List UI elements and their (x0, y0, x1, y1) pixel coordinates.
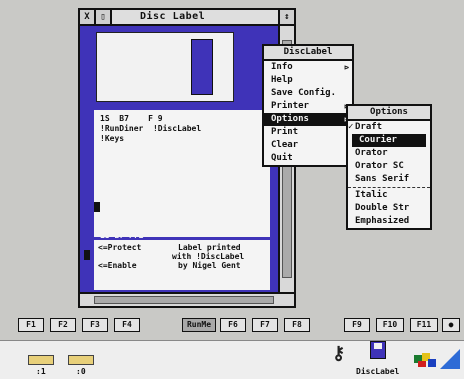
key-icon[interactable]: ⚷ (332, 343, 345, 364)
menu-item-save-config[interactable]: Save Config. (264, 87, 352, 100)
disc-label-text-area[interactable]: 1S B7 F 9 !RunDiner !DiscLabel !Keys (94, 110, 270, 236)
menu-item-quit[interactable]: Quit (264, 152, 352, 165)
tick-icon: ✓ (348, 122, 354, 132)
task-manager-icon[interactable] (440, 349, 460, 369)
menu-item-help[interactable]: Help (264, 74, 352, 87)
horizontal-scrollbar[interactable] (80, 292, 294, 306)
label-line-2: !RunDiner !DiscLabel (100, 124, 202, 133)
option-sans-serif[interactable]: Sans Serif (348, 173, 430, 186)
option-draft[interactable]: ✓ Draft (348, 121, 430, 134)
fkey-f11[interactable]: F11 (410, 318, 438, 332)
option-italic[interactable]: Italic (348, 189, 430, 202)
fkey-f10[interactable]: F10 (376, 318, 404, 332)
toggle-size-icon[interactable]: ↕ (278, 10, 294, 24)
option-label: Double Str (355, 203, 410, 213)
menu-item-label: Print (271, 127, 299, 137)
disc-shutter-graphic (374, 343, 382, 349)
menu-item-label: Clear (271, 140, 299, 150)
drive-1-label: :1 (36, 367, 46, 376)
palette-icon[interactable] (414, 349, 438, 369)
horizontal-scroll-thumb[interactable] (94, 296, 274, 304)
fkey-runme[interactable]: RunMe (182, 318, 216, 332)
disclabel-menu: DiscLabel Info ⊳ Help Save Config. Printe… (262, 44, 354, 167)
fkey-f6[interactable]: F6 (220, 318, 246, 332)
fkey-f4[interactable]: F4 (114, 318, 140, 332)
option-courier[interactable]: Courier (352, 134, 426, 147)
close-icon[interactable]: X (80, 10, 96, 24)
disc-slot-graphic (191, 39, 213, 95)
option-label: Draft (355, 122, 383, 132)
palette-swatch-red (418, 361, 426, 367)
fkey-extra[interactable]: ● (442, 318, 460, 332)
menu-item-printer[interactable]: Printer⊳ (264, 100, 352, 113)
label-preview-area: 1S B7 F 9 !RunDiner !DiscLabel !Keys 1S … (80, 26, 278, 292)
option-label: Orator SC (355, 161, 404, 171)
disclabel-app-label: DiscLabel (356, 367, 400, 376)
enable-mark (84, 250, 90, 260)
credit-line-2: with !DiscLabel (172, 252, 245, 261)
option-label: Sans Serif (355, 174, 410, 184)
option-double-strike[interactable]: Double Str (348, 202, 430, 215)
menu-item-label: Quit (271, 153, 293, 163)
credit-line-3: by Nigel Gent (178, 261, 241, 270)
fkey-f1[interactable]: F1 (18, 318, 44, 332)
submenu-arrow-icon: ⊳ (344, 63, 349, 72)
menu-title: DiscLabel (264, 46, 352, 61)
floppy-drive-0-icon[interactable] (68, 355, 94, 365)
palette-swatch-blue (428, 359, 436, 367)
option-label: Italic (355, 190, 388, 200)
menu-item-options[interactable]: Options⊳ (264, 113, 352, 126)
option-label: Orator (355, 148, 388, 158)
disc-label-footer[interactable]: <=Protect <=Enable Label printed with !D… (84, 240, 270, 290)
label-line-1: 1S B7 F 9 (100, 114, 163, 123)
fkey-f3[interactable]: F3 (82, 318, 108, 332)
option-orator[interactable]: Orator (348, 147, 430, 160)
menu-item-label: Printer (271, 101, 309, 111)
options-submenu: Options ✓ Draft Courier Orator Orator SC … (346, 104, 432, 230)
menu-item-print[interactable]: Print (264, 126, 352, 139)
menu-item-info[interactable]: Info ⊳ (264, 61, 352, 74)
credit-line-1: Label printed (178, 243, 241, 252)
window-title: Disc Label (140, 11, 206, 22)
write-protect-mark (94, 202, 100, 212)
fkey-f9[interactable]: F9 (344, 318, 370, 332)
menu-separator (348, 187, 430, 188)
back-icon[interactable]: ▯ (96, 10, 112, 24)
menu-item-label: Info (271, 62, 293, 72)
option-emphasized[interactable]: Emphasized (348, 215, 430, 228)
icon-bar: :1 :0 ⚷ DiscLabel (0, 340, 464, 379)
menu-item-clear[interactable]: Clear (264, 139, 352, 152)
option-label: Courier (359, 135, 397, 145)
drive-0-label: :0 (76, 367, 86, 376)
disclabel-app-icon[interactable] (370, 341, 386, 359)
floppy-drive-1-icon[interactable] (28, 355, 54, 365)
enable-text: <=Enable (98, 261, 137, 270)
menu-item-label: Save Config. (271, 88, 337, 98)
label-line-3: !Keys (100, 134, 125, 143)
protect-text: <=Protect (98, 243, 142, 252)
option-label: Emphasized (355, 216, 410, 226)
option-orator-sc[interactable]: Orator SC (348, 160, 430, 173)
submenu-title: Options (348, 106, 430, 121)
fkey-f7[interactable]: F7 (252, 318, 278, 332)
disc-shutter-graphic (96, 32, 234, 102)
menu-item-label: Help (271, 75, 293, 85)
menu-item-label: Options (271, 114, 309, 124)
fkey-f8[interactable]: F8 (284, 318, 310, 332)
window-titlebar[interactable]: X ▯ Disc Label ↕ (80, 10, 294, 26)
fkey-f2[interactable]: F2 (50, 318, 76, 332)
